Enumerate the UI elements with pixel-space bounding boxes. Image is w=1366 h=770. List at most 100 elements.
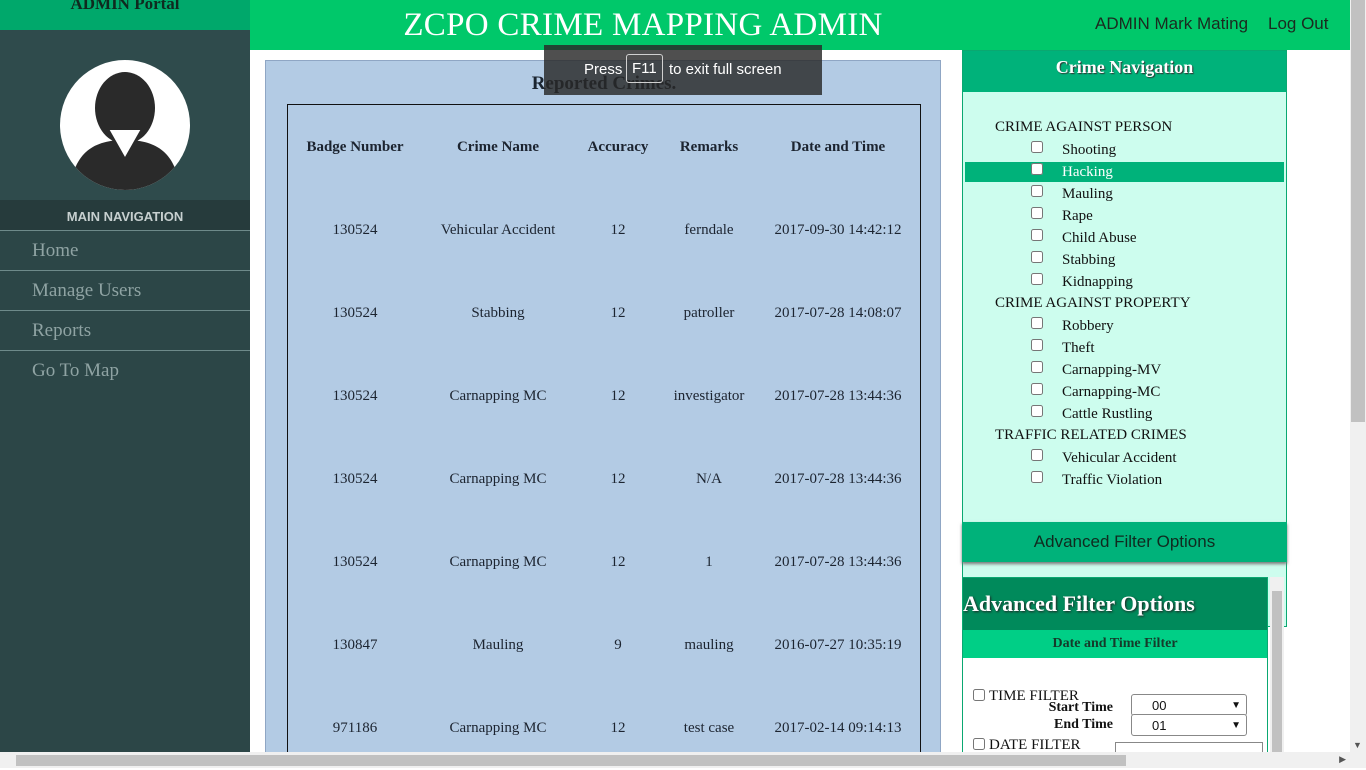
checkbox[interactable] bbox=[973, 738, 985, 750]
table-row[interactable]: 130524 Carnapping MC 12 investigator 201… bbox=[288, 355, 920, 438]
cell-datetime: 2017-07-28 13:44:36 bbox=[774, 471, 902, 487]
cell-crime: Stabbing bbox=[471, 305, 525, 321]
checkbox[interactable] bbox=[1031, 229, 1043, 241]
crime-navigation-title: Crime Navigation bbox=[963, 51, 1286, 92]
cell-badge: 130524 bbox=[332, 305, 378, 321]
admin-user-link[interactable]: ADMIN Mark Mating bbox=[1095, 14, 1248, 34]
category-crime-against-property: CRIME AGAINST PROPERTY bbox=[995, 295, 1191, 311]
cell-crime: Mauling bbox=[472, 637, 524, 653]
cell-accuracy: 12 bbox=[610, 471, 626, 487]
page-title: ZCPO CRIME MAPPING ADMIN bbox=[403, 7, 883, 43]
cell-accuracy: 12 bbox=[610, 388, 626, 404]
cell-accuracy: 12 bbox=[610, 305, 626, 321]
checkbox[interactable] bbox=[1031, 207, 1043, 219]
filter-label: Hacking bbox=[1062, 164, 1113, 180]
table-header-row: Badge Number Crime Name Accuracy Remarks… bbox=[288, 105, 920, 189]
checkbox[interactable] bbox=[1031, 273, 1043, 285]
checkbox[interactable] bbox=[1031, 141, 1043, 153]
table-row[interactable]: 130524 Stabbing 12 patroller 2017-07-28 … bbox=[288, 272, 920, 355]
checkbox[interactable] bbox=[1031, 361, 1043, 373]
cell-remarks: investigator bbox=[673, 388, 745, 404]
filter-label: Carnapping-MC bbox=[1062, 384, 1161, 400]
cell-badge: 130524 bbox=[332, 471, 378, 487]
category-traffic-related: TRAFFIC RELATED CRIMES bbox=[995, 427, 1187, 443]
table-row[interactable]: 130847 Mauling 9 mauling 2016-07-27 10:3… bbox=[288, 604, 920, 687]
logout-link[interactable]: Log Out bbox=[1268, 14, 1329, 34]
reported-crimes-panel: Reported Crimes. Badge Number Crime Name… bbox=[265, 60, 941, 764]
sidebar-item-manage-users[interactable]: Manage Users bbox=[0, 270, 250, 309]
start-time-select[interactable]: 00 ▼ bbox=[1131, 694, 1247, 716]
crimes-table-box: Badge Number Crime Name Accuracy Remarks… bbox=[287, 104, 921, 764]
cell-crime: Carnapping MC bbox=[449, 388, 547, 404]
scrollbar-thumb[interactable] bbox=[1351, 0, 1365, 422]
cell-badge: 130524 bbox=[332, 388, 378, 404]
chevron-down-icon: ▼ bbox=[1231, 720, 1241, 731]
brand-title: ADMIN Portal bbox=[0, 0, 250, 30]
cell-crime: Carnapping MC bbox=[449, 554, 547, 570]
filter-hacking[interactable]: Hacking bbox=[965, 162, 1284, 182]
sidebar-item-home[interactable]: Home bbox=[0, 230, 250, 269]
column-header-accuracy: Accuracy bbox=[587, 138, 649, 155]
filter-label: Shooting bbox=[1062, 142, 1117, 158]
table-row[interactable]: 130524 Carnapping MC 12 N/A 2017-07-28 1… bbox=[288, 438, 920, 521]
cell-badge: 130524 bbox=[332, 222, 378, 238]
scroll-down-arrow-icon[interactable]: ▼ bbox=[1353, 740, 1362, 750]
cell-remarks: N/A bbox=[696, 471, 722, 487]
filter-label: Child Abuse bbox=[1062, 230, 1137, 246]
advanced-panel-scrollbar[interactable] bbox=[1270, 577, 1284, 761]
checkbox[interactable] bbox=[1031, 339, 1043, 351]
cell-crime: Carnapping MC bbox=[449, 471, 547, 487]
nav-header: MAIN NAVIGATION bbox=[0, 200, 250, 230]
scroll-right-arrow-icon[interactable]: ▶ bbox=[1339, 754, 1346, 765]
profile-panel bbox=[0, 30, 250, 200]
advanced-filter-button[interactable]: Advanced Filter Options bbox=[962, 522, 1287, 562]
cell-datetime: 2017-07-28 14:08:07 bbox=[774, 305, 902, 321]
scrollbar-thumb[interactable] bbox=[1272, 591, 1282, 761]
checkbox[interactable] bbox=[1031, 163, 1043, 175]
fullscreen-toast: Press F11 to exit full screen bbox=[544, 45, 822, 95]
cell-remarks: patroller bbox=[683, 305, 735, 321]
end-time-value: 01 bbox=[1152, 718, 1167, 733]
page-vertical-scrollbar[interactable]: ▼ bbox=[1350, 0, 1366, 752]
checkbox[interactable] bbox=[1031, 185, 1043, 197]
sidebar-item-reports[interactable]: Reports bbox=[0, 310, 250, 349]
cell-remarks: 1 bbox=[705, 554, 713, 570]
cell-accuracy: 12 bbox=[610, 554, 626, 570]
checkbox[interactable] bbox=[1031, 449, 1043, 461]
cell-badge: 130847 bbox=[332, 637, 378, 653]
checkbox[interactable] bbox=[973, 689, 985, 701]
cell-badge: 130524 bbox=[332, 554, 378, 570]
column-header-crime: Crime Name bbox=[456, 138, 540, 155]
filter-label: Theft bbox=[1062, 340, 1095, 356]
toast-press-text: Press bbox=[584, 61, 623, 78]
table-row[interactable]: 130524 Vehicular Accident 12 ferndale 20… bbox=[288, 189, 920, 272]
cell-datetime: 2017-07-28 13:44:36 bbox=[774, 388, 902, 404]
cell-accuracy: 9 bbox=[614, 637, 622, 653]
checkbox[interactable] bbox=[1031, 405, 1043, 417]
checkbox[interactable] bbox=[1031, 317, 1043, 329]
scrollbar-thumb[interactable] bbox=[16, 755, 1126, 766]
start-time-label: Start Time bbox=[1048, 700, 1113, 715]
date-filter-label: DATE FILTER bbox=[989, 737, 1081, 753]
toast-key: F11 bbox=[626, 54, 663, 83]
checkbox[interactable] bbox=[1031, 471, 1043, 483]
cell-crime: Vehicular Accident bbox=[440, 222, 556, 238]
column-header-datetime: Date and Time bbox=[790, 138, 886, 155]
sidebar: ADMIN Portal MAIN NAVIGATION Home Manage… bbox=[0, 0, 250, 768]
advanced-filter-title: Advanced Filter Options bbox=[963, 578, 1267, 630]
category-crime-against-person: CRIME AGAINST PERSON bbox=[995, 119, 1173, 135]
page-horizontal-scrollbar[interactable]: ▶ bbox=[0, 752, 1366, 768]
table-row[interactable]: 130524 Carnapping MC 12 1 2017-07-28 13:… bbox=[288, 521, 920, 604]
advanced-filter-panel: Advanced Filter Options Date and Time Fi… bbox=[962, 577, 1268, 757]
cell-datetime: 2017-09-30 14:42:12 bbox=[774, 222, 902, 238]
filter-label: Robbery bbox=[1062, 318, 1114, 334]
toast-message: to exit full screen bbox=[669, 61, 782, 78]
checkbox[interactable] bbox=[1031, 383, 1043, 395]
cell-accuracy: 12 bbox=[610, 222, 626, 238]
crimes-table: Badge Number Crime Name Accuracy Remarks… bbox=[288, 105, 920, 770]
end-time-select[interactable]: 01 ▼ bbox=[1131, 714, 1247, 736]
start-time-value: 00 bbox=[1152, 698, 1167, 713]
sidebar-item-go-to-map[interactable]: Go To Map bbox=[0, 350, 250, 389]
checkbox[interactable] bbox=[1031, 251, 1043, 263]
column-header-remarks: Remarks bbox=[679, 138, 739, 155]
